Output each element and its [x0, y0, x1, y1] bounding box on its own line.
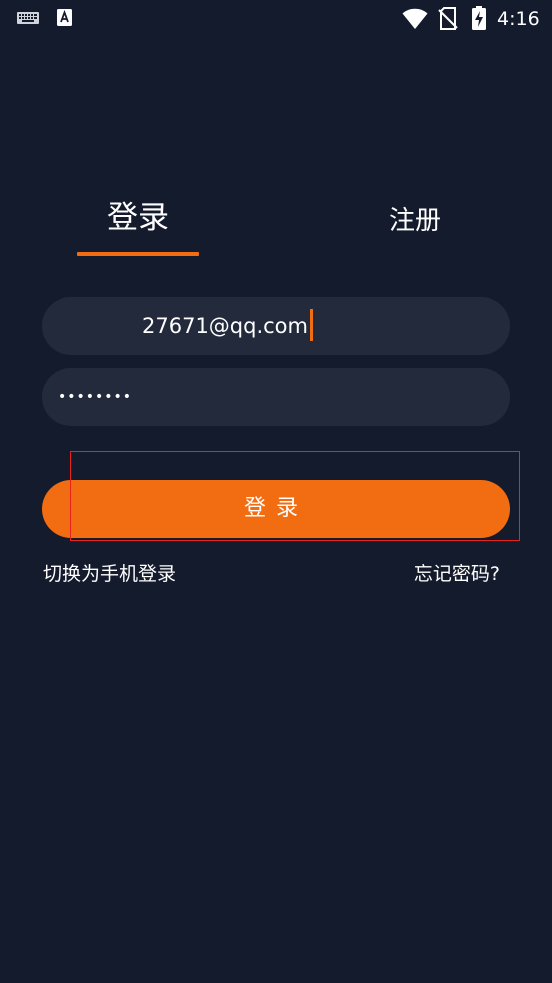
battery-charging-icon	[472, 6, 486, 30]
email-value: 27671@qq.com	[142, 314, 308, 338]
password-value: ••••••••	[58, 389, 133, 405]
tab-login[interactable]: 登录	[77, 198, 199, 238]
password-field[interactable]: ••••••••	[42, 368, 510, 426]
email-field[interactable]: 27671@qq.com	[42, 297, 510, 355]
status-time: 4:16	[497, 8, 540, 30]
forgot-password-link[interactable]: 忘记密码?	[414, 561, 500, 587]
wifi-icon	[402, 8, 428, 29]
tab-register[interactable]: 注册	[354, 201, 476, 241]
email-value-wrap: 27671@qq.com	[142, 297, 313, 355]
login-button[interactable]: 登录	[42, 480, 510, 538]
status-bar: 4:16	[0, 0, 552, 38]
a-notification-icon	[57, 9, 72, 26]
active-tab-indicator	[77, 252, 199, 256]
text-cursor	[310, 309, 313, 341]
no-sim-icon	[438, 7, 458, 30]
switch-to-phone-login-link[interactable]: 切换为手机登录	[43, 561, 176, 587]
keyboard-icon	[17, 12, 39, 24]
